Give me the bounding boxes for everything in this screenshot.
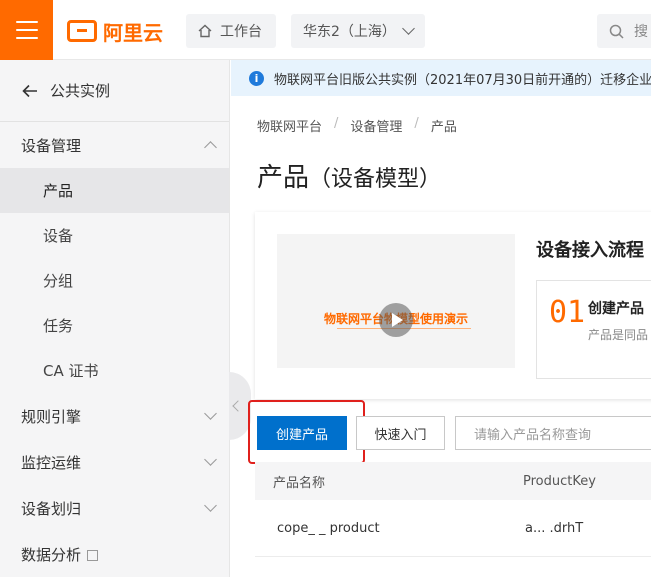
chevron-up-icon	[204, 141, 217, 154]
product-search-input[interactable]: 请输入产品名称查询	[455, 416, 651, 450]
sidebar-group-label: 设备划归	[21, 499, 82, 518]
workbench-button[interactable]: 工作台	[186, 14, 276, 48]
page-title-sub: （设备模型）	[309, 167, 442, 192]
sidebar-group-label: 数据分析	[21, 545, 82, 564]
sidebar-group-device-management[interactable]: 设备管理	[0, 122, 229, 168]
breadcrumb-item[interactable]: 物联网平台	[257, 116, 322, 135]
step-title: 创建产品	[588, 301, 644, 317]
access-flow-card: 物联网平台物模型使用演示 设备接入流程 01 创建产品 产品是同品	[255, 212, 651, 399]
quickstart-button[interactable]: 快速入门	[356, 416, 445, 450]
sidebar-group-label: 监控运维	[21, 453, 82, 472]
table-row[interactable]: cope_ _ product a... .drhT	[255, 500, 651, 557]
menu-line	[15, 37, 38, 39]
notice-text: 物联网平台旧版公共实例（2021年07月30日前开通的）迁移企业	[274, 72, 651, 88]
arrow-left-icon	[22, 84, 37, 97]
cell-product-name[interactable]: cope_ _ product	[277, 521, 380, 536]
sidebar-item-groups[interactable]: 分组	[0, 258, 229, 303]
sidebar-group-rule-engine[interactable]: 规则引擎	[0, 393, 229, 439]
notice-banner: i 物联网平台旧版公共实例（2021年07月30日前开通的）迁移企业	[231, 60, 651, 96]
play-icon[interactable]	[379, 303, 413, 337]
sidebar-item-data-analytics[interactable]: 数据分析	[0, 531, 229, 577]
chevron-down-icon	[402, 22, 415, 35]
global-search-placeholder: 搜	[634, 24, 648, 40]
logo-text: 阿里云	[103, 20, 163, 45]
sidebar-group-device-assignment[interactable]: 设备划归	[0, 485, 229, 531]
page-title: 产品（设备模型）	[257, 157, 441, 194]
sidebar-item-label: 任务	[43, 317, 74, 335]
home-icon	[198, 24, 212, 38]
annotation-highlight-box	[248, 400, 365, 464]
flow-heading: 设备接入流程	[536, 240, 644, 261]
column-header-product-key: ProductKey	[523, 473, 596, 489]
sidebar-item-label: 分组	[43, 272, 74, 290]
sidebar-item-label: 设备	[43, 227, 74, 245]
chevron-down-icon	[204, 407, 217, 420]
column-header-product-name: 产品名称	[273, 475, 326, 491]
chevron-down-icon	[204, 453, 217, 466]
aliyun-logo[interactable]: 阿里云	[67, 18, 163, 45]
demo-video[interactable]: 物联网平台物模型使用演示	[277, 234, 515, 368]
breadcrumb-separator: /	[414, 116, 419, 131]
back-label: 公共实例	[50, 82, 111, 100]
back-to-public-instance[interactable]: 公共实例	[0, 60, 229, 122]
breadcrumb-separator: /	[334, 116, 339, 131]
hamburger-menu-button[interactable]	[0, 0, 53, 60]
region-label: 华东2（上海）	[303, 24, 396, 40]
sidebar-item-label: CA 证书	[43, 362, 99, 380]
sidebar-group-monitoring[interactable]: 监控运维	[0, 439, 229, 485]
step-description: 产品是同品	[588, 328, 649, 342]
workbench-label: 工作台	[220, 24, 262, 40]
breadcrumb-item-current: 产品	[430, 120, 457, 135]
sidebar-item-ca-certificates[interactable]: CA 证书	[0, 348, 229, 393]
product-table-header: 产品名称 ProductKey	[255, 462, 651, 500]
breadcrumb-item[interactable]: 设备管理	[350, 116, 402, 135]
step-number: 01	[549, 295, 586, 330]
sidebar-item-tasks[interactable]: 任务	[0, 303, 229, 348]
external-link-icon	[87, 549, 99, 561]
page-title-main: 产品	[257, 163, 310, 193]
sidebar-group-label: 设备管理	[21, 136, 82, 155]
region-selector[interactable]: 华东2（上海）	[291, 14, 425, 48]
aliyun-logo-mark-icon	[67, 20, 97, 42]
flow-step-card[interactable]: 01 创建产品 产品是同品	[536, 280, 651, 379]
sidebar-item-devices[interactable]: 设备	[0, 213, 229, 258]
menu-line	[15, 29, 38, 31]
sidebar: 公共实例 设备管理 产品 设备 分组 任务 CA 证书 规则引擎 监控运维 设备…	[0, 60, 230, 577]
menu-line	[15, 21, 38, 23]
top-bar: 阿里云 工作台 华东2（上海） 搜	[0, 0, 651, 60]
cell-product-key: a... .drhT	[525, 521, 584, 536]
info-icon: i	[249, 70, 264, 86]
global-search[interactable]: 搜	[597, 14, 651, 48]
breadcrumb: 物联网平台 / 设备管理 / 产品	[257, 116, 457, 135]
sidebar-group-label: 规则引擎	[21, 407, 82, 426]
sidebar-item-label: 产品	[43, 182, 74, 200]
chevron-down-icon	[204, 499, 217, 512]
sidebar-item-products[interactable]: 产品	[0, 168, 229, 213]
search-icon	[609, 24, 624, 39]
